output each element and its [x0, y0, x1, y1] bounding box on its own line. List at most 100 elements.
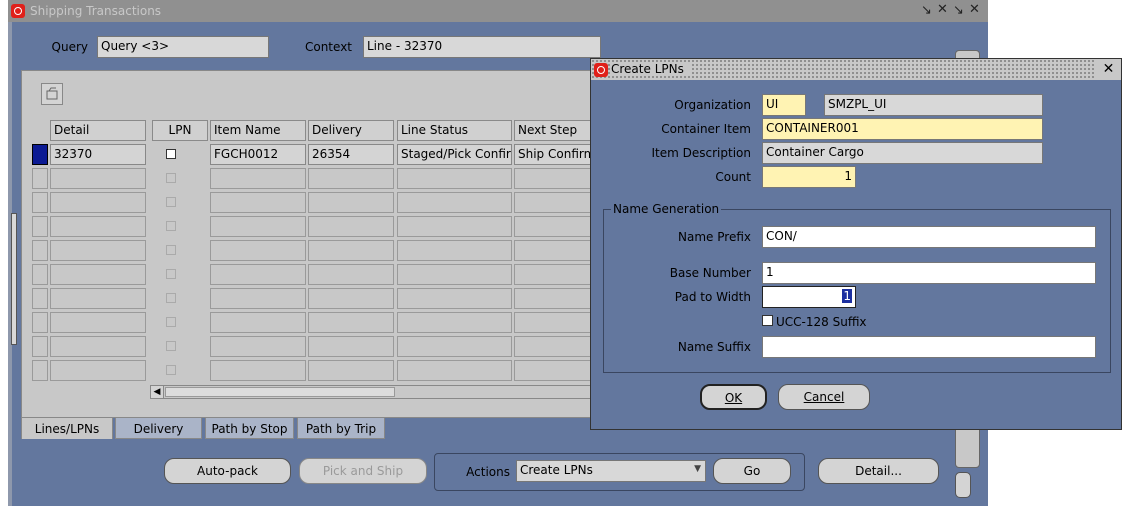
table-cell[interactable]	[50, 312, 146, 333]
tab-path-by-stop[interactable]: Path by Stop	[205, 417, 294, 439]
organization-name-field[interactable]: SMZPL_UI	[824, 94, 1043, 116]
count-label: Count	[715, 170, 751, 184]
lpn-checkbox[interactable]	[166, 317, 176, 327]
table-cell[interactable]	[397, 192, 512, 213]
lpn-checkbox[interactable]	[166, 149, 176, 159]
table-cell[interactable]	[210, 264, 306, 285]
row-selector[interactable]	[32, 192, 48, 213]
table-cell[interactable]	[50, 192, 146, 213]
table-cell[interactable]	[50, 264, 146, 285]
row-selector[interactable]	[32, 360, 48, 381]
table-cell[interactable]	[50, 216, 146, 237]
table-cell[interactable]	[210, 168, 306, 189]
table-cell[interactable]	[210, 216, 306, 237]
lpn-checkbox[interactable]	[166, 245, 176, 255]
table-cell[interactable]	[308, 336, 394, 357]
vertical-scrollbar[interactable]	[11, 213, 17, 345]
tab-delivery[interactable]: Delivery	[115, 417, 202, 439]
row-selector[interactable]	[32, 312, 48, 333]
table-cell[interactable]	[397, 168, 512, 189]
go-button[interactable]: Go	[713, 458, 791, 484]
tab-path-by-trip[interactable]: Path by Trip	[297, 417, 385, 439]
organization-code-field[interactable]: UI	[762, 94, 806, 116]
table-cell[interactable]	[50, 288, 146, 309]
lpn-checkbox[interactable]	[166, 173, 176, 183]
table-cell[interactable]	[397, 264, 512, 285]
close-icon[interactable]: ✕	[937, 2, 948, 17]
restore-icon[interactable]: ↘	[953, 3, 964, 18]
table-cell[interactable]	[308, 240, 394, 261]
table-cell[interactable]	[308, 312, 394, 333]
table-cell[interactable]	[308, 192, 394, 213]
table-cell[interactable]	[308, 360, 394, 381]
table-cell[interactable]	[397, 240, 512, 261]
row-selector[interactable]	[32, 216, 48, 237]
name-suffix-field[interactable]	[762, 336, 1096, 358]
table-cell[interactable]	[50, 360, 146, 381]
auto-pack-button[interactable]: Auto-pack	[164, 458, 291, 484]
folder-tool-button[interactable]	[41, 83, 63, 105]
table-cell-line-status[interactable]: Staged/Pick Confirmed	[397, 144, 512, 165]
table-cell[interactable]	[308, 216, 394, 237]
pick-and-ship-button[interactable]: Pick and Ship	[299, 458, 427, 484]
table-cell[interactable]	[397, 360, 512, 381]
side-button[interactable]	[955, 472, 971, 498]
row-selector[interactable]	[32, 288, 48, 309]
ok-button[interactable]: OK	[700, 384, 767, 410]
table-cell-delivery[interactable]: 26354	[308, 144, 394, 165]
context-field[interactable]: Line - 32370	[363, 36, 601, 58]
table-cell[interactable]	[397, 216, 512, 237]
col-header-lpn: LPN	[152, 120, 208, 141]
minimize-icon[interactable]: ↘	[921, 3, 932, 18]
organization-label: Organization	[674, 98, 751, 112]
table-cell[interactable]	[210, 360, 306, 381]
name-prefix-field[interactable]: CON/	[762, 226, 1096, 248]
table-cell[interactable]	[210, 192, 306, 213]
container-item-label: Container Item	[661, 122, 751, 136]
base-number-field[interactable]: 1	[762, 262, 1096, 284]
close-app-icon[interactable]: ✕	[969, 2, 980, 17]
table-cell[interactable]	[308, 264, 394, 285]
item-description-field[interactable]: Container Cargo	[762, 142, 1043, 164]
scroll-left-icon[interactable]: ◀	[151, 386, 164, 398]
row-selector[interactable]	[32, 168, 48, 189]
count-field[interactable]: 1	[762, 166, 856, 188]
lpn-checkbox[interactable]	[166, 269, 176, 279]
col-header-item-name: Item Name	[210, 120, 306, 141]
table-cell[interactable]	[210, 312, 306, 333]
detail-button[interactable]: Detail...	[818, 458, 939, 484]
table-cell[interactable]	[50, 168, 146, 189]
container-item-field[interactable]: CONTAINER001	[762, 118, 1043, 140]
table-cell[interactable]	[50, 240, 146, 261]
lpn-checkbox[interactable]	[166, 197, 176, 207]
row-selector[interactable]	[32, 336, 48, 357]
table-cell[interactable]	[397, 336, 512, 357]
table-cell[interactable]	[210, 288, 306, 309]
horizontal-scrollbar[interactable]: ◀	[150, 385, 620, 399]
name-generation-label: Name Generation	[611, 202, 722, 216]
lpn-checkbox[interactable]	[166, 221, 176, 231]
table-cell[interactable]	[210, 240, 306, 261]
ucc-128-suffix-checkbox[interactable]	[762, 315, 773, 326]
query-field[interactable]: Query <3>	[97, 36, 269, 58]
close-icon[interactable]: ✕	[1096, 59, 1121, 80]
table-cell[interactable]	[397, 312, 512, 333]
table-cell[interactable]	[50, 336, 146, 357]
pad-to-width-field[interactable]: 1	[762, 286, 856, 308]
scroll-thumb[interactable]	[165, 387, 395, 397]
row-selector[interactable]	[32, 264, 48, 285]
cancel-button[interactable]: Cancel	[778, 384, 870, 410]
table-cell[interactable]	[397, 288, 512, 309]
table-cell[interactable]	[210, 336, 306, 357]
row-selector[interactable]	[32, 144, 48, 165]
actions-select[interactable]: Create LPNs ▼	[516, 460, 706, 482]
tab-lines-lpns[interactable]: Lines/LPNs	[21, 417, 113, 439]
table-cell-detail[interactable]: 32370	[50, 144, 146, 165]
lpn-checkbox[interactable]	[166, 341, 176, 351]
table-cell-item-name[interactable]: FGCH0012	[210, 144, 306, 165]
table-cell[interactable]	[308, 168, 394, 189]
table-cell[interactable]	[308, 288, 394, 309]
lpn-checkbox[interactable]	[166, 293, 176, 303]
lpn-checkbox[interactable]	[166, 365, 176, 375]
row-selector[interactable]	[32, 240, 48, 261]
